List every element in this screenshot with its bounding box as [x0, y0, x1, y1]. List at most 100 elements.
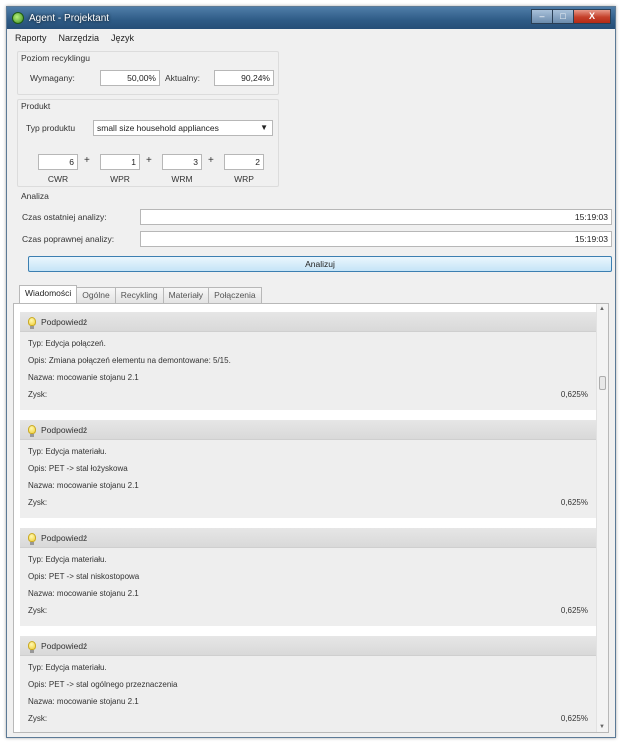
- lightbulb-icon: [28, 641, 36, 653]
- menu-bar: Raporty Narzędzia Język: [7, 29, 615, 47]
- message-card-title: Podpowiedź: [41, 640, 88, 651]
- description-value: PET -> stal ogólnego przeznaczenia: [48, 680, 178, 689]
- last-analysis-label: Czas ostatniej analizy:: [22, 212, 107, 222]
- name-label: Nazwa:: [28, 373, 55, 382]
- wpr-label: WPR: [110, 174, 130, 184]
- message-card-title: Podpowiedź: [41, 424, 88, 435]
- app-logo-icon: [12, 12, 24, 24]
- message-card: Podpowiedź Typ: Edycja materiału. Opis: …: [20, 420, 598, 518]
- tab-ogolne[interactable]: Ogólne: [76, 287, 116, 303]
- description-label: Opis:: [28, 464, 47, 473]
- menu-raporty[interactable]: Raporty: [15, 33, 47, 43]
- message-card: Podpowiedź Typ: Edycja materiału. Opis: …: [20, 636, 598, 732]
- type-value: Edycja połączeń.: [45, 339, 106, 348]
- product-type-label: Typ produktu: [26, 123, 76, 133]
- scroll-up-icon[interactable]: ▲: [599, 306, 605, 312]
- menu-narzedzia[interactable]: Narzędzia: [59, 33, 100, 43]
- tab-recykling[interactable]: Recykling: [114, 287, 164, 303]
- type-value: Edycja materiału.: [45, 555, 107, 564]
- message-card: Podpowiedź Typ: Edycja materiału. Opis: …: [20, 528, 598, 626]
- scroll-thumb[interactable]: [599, 376, 606, 390]
- correct-analysis-field[interactable]: 15:19:03: [140, 231, 612, 247]
- close-button[interactable]: X: [573, 9, 611, 24]
- message-card-title: Podpowiedź: [41, 316, 88, 327]
- wpr-field[interactable]: 1: [100, 154, 140, 170]
- type-value: Edycja materiału.: [45, 447, 107, 456]
- plus-sign: +: [146, 155, 152, 166]
- description-label: Opis:: [28, 356, 47, 365]
- message-description: Opis: PET -> stal niskostopowa: [28, 572, 139, 581]
- message-type: Typ: Edycja materiału.: [28, 663, 107, 672]
- tab-bar: Wiadomości Ogólne Recykling Materiały Po…: [19, 285, 262, 303]
- message-card-header: Podpowiedź: [20, 636, 598, 656]
- analysis-group: Analiza Czas ostatniej analizy: 15:19:03…: [17, 189, 612, 273]
- message-description: Opis: PET -> stal łożyskowa: [28, 464, 128, 473]
- correct-analysis-label: Czas poprawnej analizy:: [22, 234, 115, 244]
- message-name: Nazwa: mocowanie stojanu 2.1: [28, 589, 139, 598]
- vertical-scrollbar[interactable]: ▲ ▼: [596, 304, 608, 732]
- description-value: Zmiana połączeń elementu na demontowane:…: [48, 356, 231, 365]
- recycling-group-title: Poziom recyklingu: [21, 53, 90, 63]
- product-group-title: Produkt: [21, 101, 51, 111]
- window-title: Agent - Projektant: [29, 12, 110, 24]
- type-label: Typ:: [28, 339, 44, 348]
- caption-buttons: – □ X: [531, 9, 611, 24]
- title-bar[interactable]: Agent - Projektant – □ X: [7, 7, 615, 29]
- recycling-group: Poziom recyklingu Wymagany: 50,00% Aktua…: [17, 51, 279, 95]
- message-type: Typ: Edycja materiału.: [28, 447, 107, 456]
- message-gain-value: 0,625%: [560, 606, 588, 615]
- lightbulb-icon: [28, 317, 36, 329]
- name-value: mocowanie stojanu 2.1: [56, 697, 139, 706]
- last-analysis-field[interactable]: 15:19:03: [140, 209, 612, 225]
- name-value: mocowanie stojanu 2.1: [56, 481, 139, 490]
- description-label: Opis:: [28, 572, 47, 581]
- message-gain-value: 0,625%: [560, 714, 588, 723]
- tab-wiadomosci[interactable]: Wiadomości: [19, 285, 78, 303]
- wrp-label: WRP: [234, 174, 254, 184]
- name-label: Nazwa:: [28, 697, 55, 706]
- message-gain-label: Zysk:: [28, 714, 48, 723]
- type-label: Typ:: [28, 555, 44, 564]
- cwr-label: CWR: [47, 174, 69, 184]
- menu-jezyk[interactable]: Język: [111, 33, 134, 43]
- product-type-select[interactable]: small size household appliances ▼: [93, 120, 273, 136]
- message-name: Nazwa: mocowanie stojanu 2.1: [28, 697, 139, 706]
- message-gain-label: Zysk:: [28, 498, 48, 507]
- message-card-title: Podpowiedź: [41, 532, 88, 543]
- tab-polaczenia[interactable]: Połączenia: [208, 287, 262, 303]
- message-gain-value: 0,625%: [560, 390, 588, 399]
- type-label: Typ:: [28, 663, 44, 672]
- message-card-header: Podpowiedź: [20, 420, 598, 440]
- description-value: PET -> stal łożyskowa: [48, 464, 128, 473]
- message-description: Opis: PET -> stal ogólnego przeznaczenia: [28, 680, 178, 689]
- message-card-header: Podpowiedź: [20, 528, 598, 548]
- product-group: Produkt Typ produktu small size househol…: [17, 99, 279, 187]
- required-field[interactable]: 50,00%: [100, 70, 160, 86]
- plus-sign: +: [208, 155, 214, 166]
- lightbulb-icon: [28, 425, 36, 437]
- message-name: Nazwa: mocowanie stojanu 2.1: [28, 481, 139, 490]
- analyze-button[interactable]: Analizuj: [28, 256, 612, 272]
- actual-field[interactable]: 90,24%: [214, 70, 274, 86]
- message-card-header: Podpowiedź: [20, 312, 598, 332]
- wrp-field[interactable]: 2: [224, 154, 264, 170]
- description-value: PET -> stal niskostopowa: [48, 572, 140, 581]
- minimize-button[interactable]: –: [531, 9, 553, 24]
- plus-sign: +: [84, 155, 90, 166]
- maximize-button[interactable]: □: [552, 9, 574, 24]
- name-label: Nazwa:: [28, 589, 55, 598]
- app-window: Agent - Projektant – □ X Raporty Narzędz…: [6, 6, 616, 738]
- description-label: Opis:: [28, 680, 47, 689]
- tab-materialy[interactable]: Materiały: [162, 287, 210, 303]
- product-type-value: small size household appliances: [97, 123, 219, 133]
- message-card: Podpowiedź Typ: Edycja połączeń. Opis: Z…: [20, 312, 598, 410]
- wrm-label: WRM: [171, 174, 193, 184]
- cwr-field[interactable]: 6: [38, 154, 78, 170]
- message-description: Opis: Zmiana połączeń elementu na demont…: [28, 356, 231, 365]
- scroll-down-icon[interactable]: ▼: [599, 724, 605, 730]
- wrm-field[interactable]: 3: [162, 154, 202, 170]
- required-label: Wymagany:: [30, 73, 75, 83]
- lightbulb-icon: [28, 533, 36, 545]
- message-type: Typ: Edycja połączeń.: [28, 339, 106, 348]
- message-name: Nazwa: mocowanie stojanu 2.1: [28, 373, 139, 382]
